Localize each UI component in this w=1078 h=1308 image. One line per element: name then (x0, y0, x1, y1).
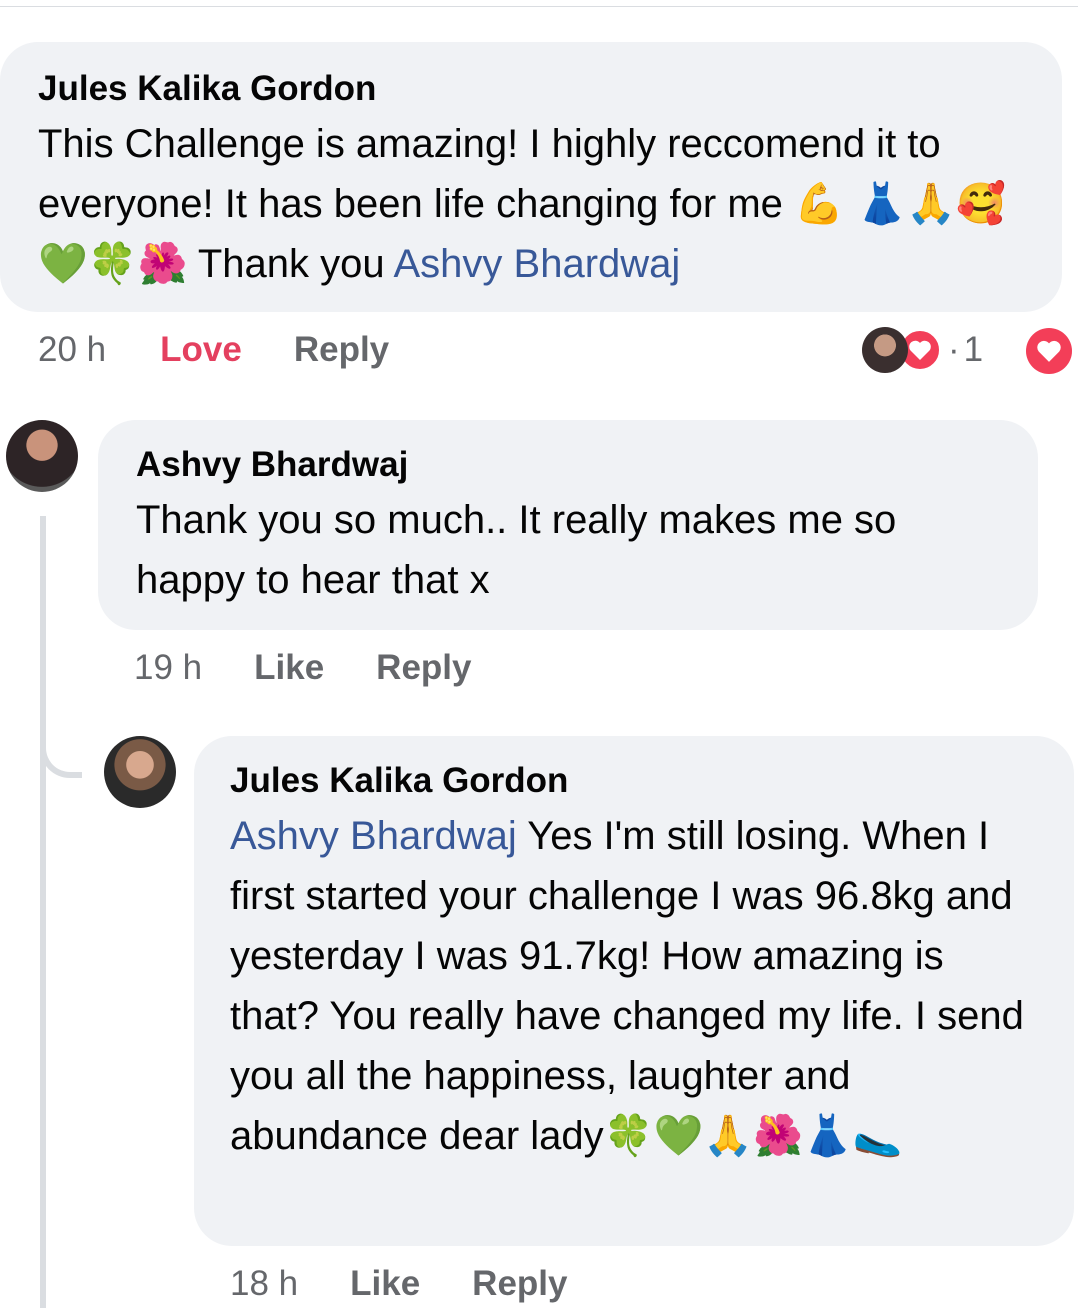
reply-emojis: 🍀💚🙏🌺👗🥿 (603, 1113, 903, 1159)
comment-text: This Challenge is amazing! I highly recc… (38, 122, 1006, 287)
like-button[interactable]: Like (254, 648, 324, 688)
love-button[interactable]: Love (160, 330, 242, 370)
reply-text: Ashvy Bhardwaj Yes I'm still losing. Whe… (230, 814, 1024, 1159)
reply-actions: 18 h Like Reply (230, 1262, 567, 1306)
like-button[interactable]: Like (350, 1264, 420, 1304)
reply-timestamp[interactable]: 18 h (230, 1264, 298, 1304)
reaction-separator: · (948, 330, 960, 369)
reply-bubble: Jules Kalika Gordon Ashvy Bhardwaj Yes I… (194, 736, 1074, 1246)
avatar[interactable] (6, 420, 78, 492)
thread-connector (40, 720, 82, 778)
reply-author[interactable]: Ashvy Bhardwaj (136, 444, 1000, 486)
mention-link[interactable]: Ashvy Bhardwaj (230, 814, 517, 858)
reply-bubble: Ashvy Bhardwaj Thank you so much.. It re… (98, 420, 1038, 630)
reply-actions: 19 h Like Reply (134, 646, 471, 690)
reply-timestamp[interactable]: 19 h (134, 648, 202, 688)
comment-actions: 20 h Love Reply (38, 328, 389, 372)
top-divider (0, 6, 1078, 7)
reaction-summary[interactable]: · 1 (862, 326, 983, 374)
comment-timestamp[interactable]: 20 h (38, 330, 106, 370)
reaction-count: 1 (963, 330, 984, 369)
reply-author[interactable]: Jules Kalika Gordon (230, 760, 1040, 802)
avatar[interactable] (104, 736, 176, 808)
reactor-avatar (862, 327, 908, 373)
reply-text: Thank you so much.. It really makes me s… (136, 498, 897, 602)
thread-line (40, 516, 46, 1308)
reply-button[interactable]: Reply (376, 648, 471, 688)
heart-reaction-icon[interactable] (1026, 328, 1072, 374)
comment-author[interactable]: Jules Kalika Gordon (38, 68, 1022, 110)
mention-link[interactable]: Ashvy Bhardwaj (394, 242, 681, 286)
comment-bubble: Jules Kalika Gordon This Challenge is am… (0, 42, 1062, 312)
reply-button[interactable]: Reply (472, 1264, 567, 1304)
reply-button[interactable]: Reply (294, 330, 389, 370)
